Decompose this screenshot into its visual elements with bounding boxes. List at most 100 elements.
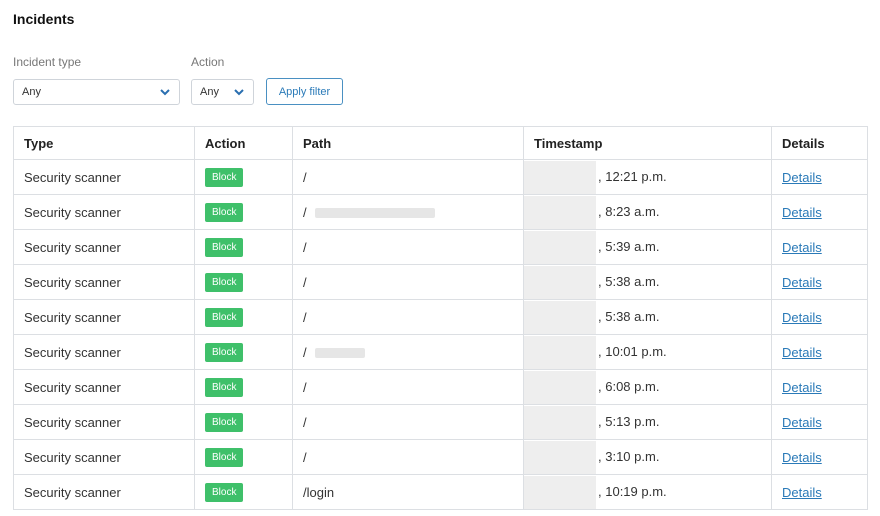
timestamp-time: 6:08 p.m. [605, 378, 660, 394]
timestamp-cell: , 8:23 a.m. [523, 194, 772, 230]
column-header-type[interactable]: Type [13, 126, 195, 160]
timestamp-time: 8:23 a.m. [605, 203, 660, 219]
incident-type-cell: Security scanner [13, 439, 195, 475]
action-cell: Block [194, 264, 293, 300]
details-link[interactable]: Details [782, 275, 822, 290]
path-cell: / [292, 194, 524, 230]
details-link[interactable]: Details [782, 485, 822, 500]
details-cell: Details [771, 474, 868, 510]
incidents-table: Type Action Path Timestamp Details Secur… [13, 126, 868, 510]
details-cell: Details [771, 229, 868, 265]
timestamp-cell: , 10:19 p.m. [523, 474, 772, 510]
path-cell: / [292, 264, 524, 300]
timestamp-time: 10:19 p.m. [605, 483, 667, 499]
details-link[interactable]: Details [782, 170, 822, 185]
incident-type-cell: Security scanner [13, 369, 195, 405]
column-header-timestamp[interactable]: Timestamp [523, 126, 772, 160]
action-badge: Block [205, 447, 244, 467]
incident-type-value: Any [22, 86, 41, 98]
incident-type-cell: Security scanner [13, 194, 195, 230]
table-row: Security scanner Block / , 12:21 p.m. Detail… [13, 159, 868, 195]
action-cell: Block [194, 439, 293, 475]
path-cell: / [292, 404, 524, 440]
timestamp-time: 10:01 p.m. [605, 343, 667, 359]
action-badge: Block [205, 202, 244, 222]
details-cell: Details [771, 299, 868, 335]
path-text: / [303, 274, 307, 290]
chevron-down-icon [159, 87, 171, 97]
path-cell: /login [292, 474, 524, 510]
timestamp-time: 5:38 a.m. [605, 273, 660, 289]
action-cell: Block [194, 229, 293, 265]
redacted-date [524, 475, 596, 509]
action-label: Action [191, 55, 225, 69]
details-link[interactable]: Details [782, 310, 822, 325]
column-header-path[interactable]: Path [292, 126, 524, 160]
incident-type-cell: Security scanner [13, 334, 195, 370]
redacted-date [524, 405, 596, 439]
redacted-date [524, 440, 596, 474]
path-text: / [303, 169, 307, 185]
action-badge: Block [205, 237, 244, 257]
details-link[interactable]: Details [782, 240, 822, 255]
timestamp-cell: , 3:10 p.m. [523, 439, 772, 475]
timestamp-cell: , 12:21 p.m. [523, 159, 772, 195]
apply-filter-button[interactable]: Apply filter [266, 78, 343, 105]
table-row: Security scanner Block / , 6:08 p.m. Details [13, 369, 868, 405]
incident-type-cell: Security scanner [13, 159, 195, 195]
path-cell: / [292, 439, 524, 475]
table-row: Security scanner Block / , 5:38 a.m. Details [13, 299, 868, 335]
details-cell: Details [771, 439, 868, 475]
details-cell: Details [771, 334, 868, 370]
details-link[interactable]: Details [782, 205, 822, 220]
table-row: Security scanner Block / , 5:13 p.m. Details [13, 404, 868, 440]
action-cell: Block [194, 299, 293, 335]
incident-type-select[interactable]: Any [13, 79, 180, 105]
action-badge: Block [205, 482, 244, 502]
timestamp-time: 3:10 p.m. [605, 448, 660, 464]
path-text: / [303, 449, 307, 465]
path-cell: / [292, 229, 524, 265]
details-cell: Details [771, 369, 868, 405]
redacted-date [524, 265, 596, 299]
incident-type-cell: Security scanner [13, 404, 195, 440]
details-link[interactable]: Details [782, 345, 822, 360]
path-cell: / [292, 159, 524, 195]
timestamp-time: 5:39 a.m. [605, 238, 660, 254]
details-link[interactable]: Details [782, 450, 822, 465]
table-row: Security scanner Block / , 3:10 p.m. Details [13, 439, 868, 475]
table-row: Security scanner Block / , 10:01 p.m. Detail… [13, 334, 868, 370]
timestamp-cell: , 5:13 p.m. [523, 404, 772, 440]
redacted-date [524, 300, 596, 334]
details-cell: Details [771, 264, 868, 300]
action-cell: Block [194, 159, 293, 195]
redacted-date [524, 230, 596, 264]
table-row: Security scanner Block / , 5:38 a.m. Details [13, 264, 868, 300]
table-body: Security scanner Block / , 12:21 p.m. Detail… [13, 159, 868, 510]
details-cell: Details [771, 404, 868, 440]
details-link[interactable]: Details [782, 380, 822, 395]
timestamp-time: 5:38 a.m. [605, 308, 660, 324]
path-cell: / [292, 299, 524, 335]
column-header-action[interactable]: Action [194, 126, 293, 160]
path-cell: / [292, 369, 524, 405]
action-select[interactable]: Any [191, 79, 254, 105]
path-text: /login [303, 484, 335, 500]
timestamp-cell: , 5:39 a.m. [523, 229, 772, 265]
action-badge: Block [205, 307, 244, 327]
redacted-date [524, 370, 596, 404]
action-badge: Block [205, 342, 244, 362]
action-cell: Block [194, 404, 293, 440]
action-cell: Block [194, 194, 293, 230]
incident-type-cell: Security scanner [13, 264, 195, 300]
action-badge: Block [205, 412, 244, 432]
action-badge: Block [205, 272, 244, 292]
table-row: Security scanner Block / , 8:23 a.m. Details [13, 194, 868, 230]
redacted-path [314, 348, 365, 359]
table-row: Security scanner Block/login , 10:19 p.m. D… [13, 474, 868, 510]
details-link[interactable]: Details [782, 415, 822, 430]
chevron-down-icon [233, 87, 245, 97]
path-text: / [303, 204, 307, 220]
incident-type-cell: Security scanner [13, 474, 195, 510]
column-header-details[interactable]: Details [771, 126, 868, 160]
